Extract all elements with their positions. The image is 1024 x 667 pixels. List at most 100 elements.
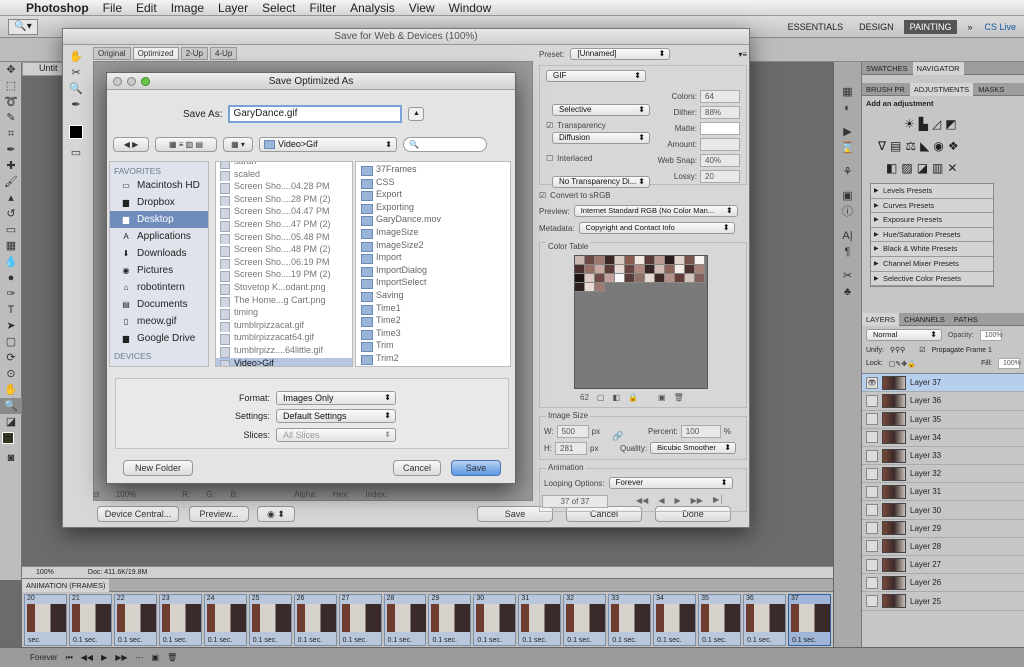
visibility-eye-icon[interactable]	[866, 504, 878, 517]
file-list-item[interactable]: tumblrpizzacat64.gif	[216, 332, 352, 345]
sfw-tab-optimized[interactable]: Optimized	[132, 47, 179, 60]
folder-list-item[interactable]: ImportDialog	[356, 265, 510, 278]
frame-delay[interactable]: 0.1 sec.	[657, 637, 682, 644]
paragraph-panel-icon[interactable]: ¶	[834, 244, 861, 260]
visibility-eye-icon[interactable]	[866, 595, 878, 607]
animation-frame[interactable]: 21 0.1 sec.	[68, 594, 112, 646]
folder-list-item[interactable]: ImportSelect	[356, 277, 510, 290]
file-list-item[interactable]: sarah	[216, 162, 352, 169]
brushes-panel-icon[interactable]: ♣	[834, 284, 861, 300]
file-list-item[interactable]: Screen Sho....19 PM (2)	[216, 269, 352, 282]
matte-field[interactable]	[700, 121, 740, 135]
visibility-eye-icon[interactable]	[866, 576, 878, 589]
color-swatch[interactable]	[625, 265, 635, 274]
file-list-item[interactable]: tumblrpizzacat.gif	[216, 320, 352, 333]
eyedropper-tool-icon[interactable]: ✒	[0, 142, 22, 158]
color-swatch[interactable]	[685, 256, 695, 265]
default-colors-icon[interactable]: ◪	[0, 414, 22, 430]
slices-select[interactable]: All Slices	[276, 428, 396, 442]
fill-field[interactable]: 100%	[998, 358, 1021, 370]
settings-select[interactable]: Default Settings	[276, 409, 396, 423]
tab-navigator[interactable]: NAVIGATOR	[912, 61, 964, 75]
color-swatch[interactable]	[695, 274, 705, 283]
preset-item[interactable]: Exposure Presets	[871, 213, 993, 228]
folder-list-item[interactable]: Time3	[356, 328, 510, 341]
sidebar-item-google-drive[interactable]: ▆ Google Drive	[110, 330, 208, 347]
animation-frame[interactable]: 29 0.1 sec.	[428, 594, 472, 646]
color-swatch[interactable]	[585, 265, 595, 274]
animation-frame[interactable]: 30 0.1 sec.	[473, 594, 517, 646]
lossy-field[interactable]: 20	[700, 169, 740, 183]
visibility-eye-icon[interactable]	[866, 485, 878, 498]
pen-tool-icon[interactable]: ✑	[0, 286, 22, 302]
animation-frame[interactable]: 34 0.1 sec.	[653, 594, 697, 646]
color-swatch[interactable]	[635, 265, 645, 274]
animation-frame[interactable]: 33 0.1 sec.	[608, 594, 652, 646]
folder-list-item[interactable]: Export	[356, 189, 510, 202]
color-swatch[interactable]	[675, 274, 685, 283]
history-brush-tool-icon[interactable]: ↺	[0, 206, 22, 222]
layer-row[interactable]: Layer 25	[862, 592, 1024, 611]
frame-delay[interactable]: 0.1 sec.	[567, 637, 592, 644]
dodge-tool-icon[interactable]: ●	[0, 270, 22, 286]
status-zoom[interactable]: 100%	[36, 569, 54, 576]
animation-frame[interactable]: 35 0.1 sec.	[698, 594, 741, 646]
web-shift-icon[interactable]: ◧	[612, 393, 620, 402]
prev-frame-icon[interactable]: ◀◀	[81, 653, 93, 662]
unify-icons[interactable]: ⚲⚲⚲	[890, 346, 905, 354]
channel-mixer-icon[interactable]: ❖	[948, 139, 959, 153]
gradient-map-icon[interactable]: ▥	[932, 161, 943, 175]
color-swatch[interactable]	[645, 274, 655, 283]
close-window-icon[interactable]	[113, 77, 122, 86]
layer-row[interactable]: Layer 26	[862, 574, 1024, 593]
color-swatch[interactable]	[575, 256, 585, 265]
preview-button[interactable]: Preview...	[189, 506, 249, 522]
color-swatch[interactable]	[695, 265, 705, 274]
invert-icon[interactable]: ◧	[886, 161, 897, 175]
amount-field[interactable]	[700, 137, 740, 151]
color-table[interactable]	[574, 255, 708, 389]
sidebar-item-robotintern[interactable]: ⌂ robotintern	[110, 279, 208, 296]
frame-delay[interactable]: 0.1 sec.	[747, 637, 772, 644]
color-swatch[interactable]	[625, 256, 635, 265]
layer-row[interactable]: Layer 32	[862, 465, 1024, 484]
expand-dialog-button[interactable]: ▲	[408, 107, 425, 121]
posterize-icon[interactable]: ▨	[901, 161, 912, 175]
color-swatch[interactable]	[675, 265, 685, 274]
file-format-select[interactable]: GIF	[546, 70, 646, 82]
levels-icon[interactable]: ▙	[919, 117, 928, 131]
visibility-eye-icon[interactable]: 👁	[866, 376, 878, 389]
dither-field[interactable]: 88%	[700, 105, 740, 119]
websnap-field[interactable]: 40%	[700, 153, 740, 167]
filename-input[interactable]: GaryDance.gif	[228, 105, 403, 123]
lock-color-icon[interactable]: 🔒	[628, 393, 638, 402]
arrange-button[interactable]: ▦ ▾	[223, 137, 253, 152]
menu-filter[interactable]: Filter	[309, 1, 336, 15]
animation-frames-tab[interactable]: ANIMATION (FRAMES)	[22, 578, 110, 592]
menu-image[interactable]: Image	[171, 1, 204, 15]
file-list-item[interactable]: Video>Gif	[216, 357, 352, 366]
matte-dither-select[interactable]: No Transparency Di...	[552, 176, 650, 188]
zoom-tool-icon[interactable]: 🔍	[0, 398, 22, 414]
preset-item[interactable]: Black & White Presets	[871, 242, 993, 257]
clone-source-panel-icon[interactable]: ✂	[834, 268, 861, 284]
menu-view[interactable]: View	[409, 1, 435, 15]
preset-select[interactable]: [Unnamed]	[570, 48, 671, 60]
hand-tool-icon[interactable]: ✋	[0, 382, 22, 398]
path-select-tool-icon[interactable]: ➤	[0, 318, 22, 334]
animation-frame[interactable]: 23 0.1 sec.	[158, 594, 202, 646]
file-list-item[interactable]: tumblrpizz....64little.gif	[216, 345, 352, 358]
layer-row[interactable]: Layer 29	[862, 520, 1024, 538]
sidebar-item-pictures[interactable]: ◉ Pictures	[110, 262, 208, 279]
transparency-checkbox[interactable]: ☑	[546, 121, 553, 130]
preset-item[interactable]: Hue/Saturation Presets	[871, 228, 993, 243]
color-swatch[interactable]	[695, 256, 705, 265]
animation-panel-icon[interactable]: ▶	[834, 124, 861, 140]
info-panel-icon[interactable]: ⓘ	[834, 204, 861, 220]
animation-frame[interactable]: 24 0.1 sec.	[203, 594, 247, 646]
sidebar-item-desktop[interactable]: ▆ Desktop	[110, 211, 208, 228]
brush-tool-icon[interactable]: 🖌	[0, 174, 22, 190]
zoom-tool-preset[interactable]: 🔍▾	[8, 18, 38, 35]
menu-edit[interactable]: Edit	[136, 1, 157, 15]
3d-rotate-tool-icon[interactable]: ⟳	[0, 350, 22, 366]
